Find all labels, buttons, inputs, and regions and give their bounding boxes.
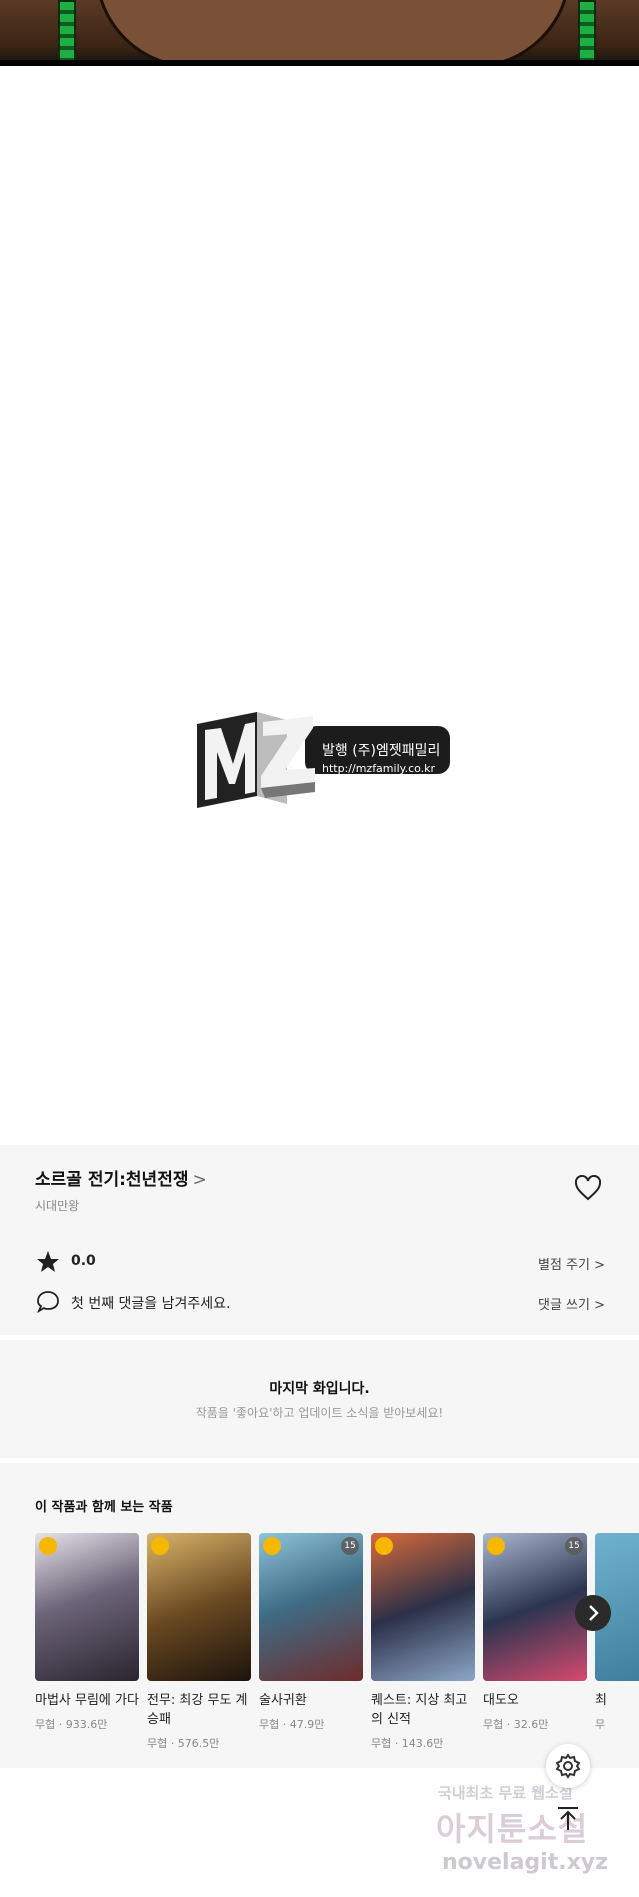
clock-icon: [151, 1537, 169, 1555]
heart-icon[interactable]: [574, 1175, 602, 1201]
comment-prompt: 첫 번째 댓글을 남겨주세요.: [71, 1296, 231, 1312]
work-author: 시대만왕: [35, 1199, 80, 1213]
star-icon: [37, 1251, 59, 1272]
comic-hand-illustration: [95, 0, 571, 66]
recommendation-thumbnail: [35, 1533, 139, 1681]
age-rating-badge: 15: [341, 1537, 359, 1555]
rating-row: 0.0 별점 주기 >: [35, 1249, 605, 1275]
site-watermark: 국내최초 무료 웹소설 아지툰소설 novelagit.xyz: [432, 1782, 637, 1892]
work-title: 소르골 전기:천년전쟁: [35, 1170, 189, 1190]
recommendation-card[interactable]: 퀘스트: 지상 최고의 신적 무협 · 143.6만: [371, 1533, 475, 1751]
recommendations-section: 이 작품과 함께 보는 작품 마법사 무림에 가다 무협 · 933.6만 전무…: [0, 1463, 639, 1768]
arrow-up-icon: [558, 1807, 578, 1830]
work-title-link[interactable]: 소르골 전기:천년전쟁 >: [35, 1165, 207, 1190]
publisher-url: http://mzfamily.co.kr: [322, 762, 436, 775]
recommendation-meta: 무협 · 933.6만: [35, 1718, 108, 1731]
watermark-url: novelagit.xyz: [442, 1850, 608, 1875]
recommendation-card[interactable]: 최 무: [595, 1533, 639, 1732]
recommendation-card[interactable]: 15 술사귀환 무협 · 47.9만: [259, 1533, 363, 1732]
comment-bubble-icon: [37, 1291, 59, 1314]
recommendation-thumbnail: 15: [259, 1533, 363, 1681]
recommendation-thumbnail: [371, 1533, 475, 1681]
watermark-tagline: 국내최초 무료 웹소설: [438, 1784, 573, 1802]
recommendation-thumbnail: [147, 1533, 251, 1681]
last-episode-notice: 마지막 화입니다. 작품을 '좋아요'하고 업데이트 소식을 받아보세요!: [0, 1340, 639, 1458]
recommendation-thumbnail: 15: [483, 1533, 587, 1681]
recommendation-title: 전무: 최강 무도 계승패: [147, 1693, 248, 1727]
clock-icon: [39, 1537, 57, 1555]
chevron-right-icon: >: [192, 1170, 207, 1190]
gear-icon: [555, 1753, 581, 1779]
recommendation-title: 퀘스트: 지상 최고의 신적: [371, 1693, 468, 1727]
write-comment-button[interactable]: 댓글 쓰기 >: [538, 1294, 605, 1313]
recommendation-card[interactable]: 마법사 무림에 가다 무협 · 933.6만: [35, 1533, 139, 1732]
clock-icon: [263, 1537, 281, 1555]
comment-row: 첫 번째 댓글을 남겨주세요. 댓글 쓰기 >: [35, 1289, 605, 1315]
comic-panel-bottom: [0, 0, 639, 66]
work-info-panel: 소르골 전기:천년전쟁 > 시대만왕 0.0 별점 주기 > 첫 번째 댓글을 남…: [0, 1145, 639, 1335]
recommendation-meta: 무협 · 47.9만: [259, 1718, 325, 1731]
last-episode-subtitle: 작품을 '좋아요'하고 업데이트 소식을 받아보세요!: [195, 1406, 444, 1420]
recommendation-card[interactable]: 전무: 최강 무도 계승패 무협 · 576.5만: [147, 1533, 251, 1751]
recommendation-title: 마법사 무림에 가다: [35, 1693, 139, 1708]
comic-border: [0, 60, 639, 66]
last-episode-title: 마지막 화입니다.: [269, 1381, 370, 1397]
publisher-logo-text: 발행 (주)엠젯패밀리 http://mzfamily.co.kr: [322, 742, 440, 778]
scroll-to-top-button[interactable]: [546, 1796, 590, 1840]
settings-button[interactable]: [546, 1744, 590, 1788]
recommendation-title: 술사귀환: [259, 1693, 307, 1708]
recommendation-title: 대도오: [483, 1693, 519, 1708]
recommendations-heading: 이 작품과 함께 보는 작품: [35, 1500, 173, 1515]
recommendation-card[interactable]: 15 대도오 무협 · 32.6만: [483, 1533, 587, 1732]
recommendation-meta: 무협 · 32.6만: [483, 1718, 549, 1731]
rate-button[interactable]: 별점 주기 >: [538, 1254, 605, 1273]
recommendation-meta: 무협 · 576.5만: [147, 1737, 220, 1750]
recommendation-meta: 무협 · 143.6만: [371, 1737, 444, 1750]
carousel-next-button[interactable]: [575, 1595, 611, 1631]
publisher-name: 발행 (주)엠젯패밀리: [322, 743, 441, 759]
age-rating-badge: 15: [565, 1537, 583, 1555]
rating-value: 0.0: [71, 1253, 96, 1269]
recommendation-title: 최: [595, 1693, 607, 1708]
comic-bracelet-left: [58, 0, 76, 66]
clock-icon: [375, 1537, 393, 1555]
clock-icon: [487, 1537, 505, 1555]
comic-bracelet-right: [578, 0, 596, 66]
recommendation-meta: 무: [595, 1718, 606, 1731]
